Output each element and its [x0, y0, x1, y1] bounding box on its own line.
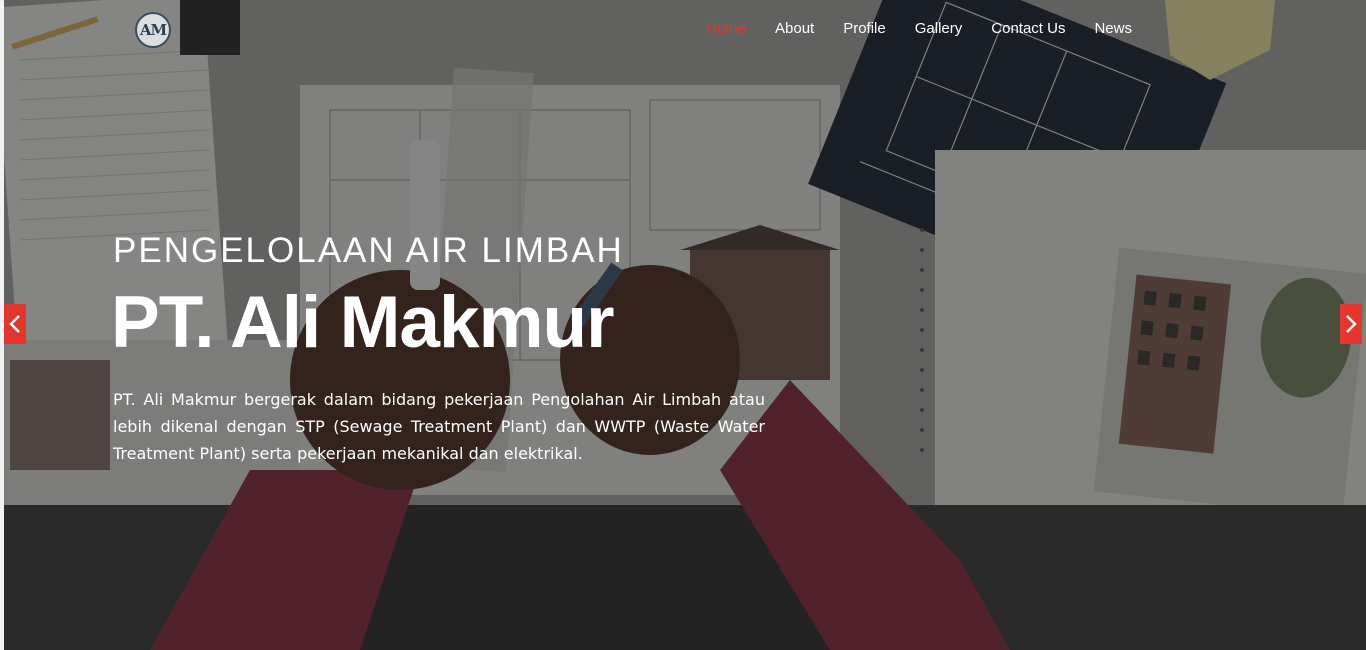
- company-logo[interactable]: AM: [135, 12, 171, 48]
- hero-slider: AM Home About Profile Gallery Contact Us…: [0, 0, 1366, 650]
- nav-gallery[interactable]: Gallery: [915, 19, 963, 39]
- nav-home[interactable]: Home: [706, 19, 746, 39]
- carousel-prev-button[interactable]: [4, 304, 26, 344]
- nav-news[interactable]: News: [1094, 19, 1132, 39]
- hero-kicker: PENGELOLAAN AIR LIMBAH: [113, 231, 624, 270]
- nav-about[interactable]: About: [775, 19, 814, 39]
- chevron-right-icon: [1346, 315, 1357, 333]
- chevron-left-icon: [9, 315, 20, 333]
- nav-contact-us[interactable]: Contact Us: [991, 19, 1065, 39]
- carousel-next-button[interactable]: [1340, 304, 1362, 344]
- nav-profile[interactable]: Profile: [843, 19, 886, 39]
- hero-title: PT. Ali Makmur: [111, 282, 615, 363]
- main-nav: Home About Profile Gallery Contact Us Ne…: [706, 19, 1161, 39]
- hero-description: PT. Ali Makmur bergerak dalam bidang pek…: [113, 390, 765, 463]
